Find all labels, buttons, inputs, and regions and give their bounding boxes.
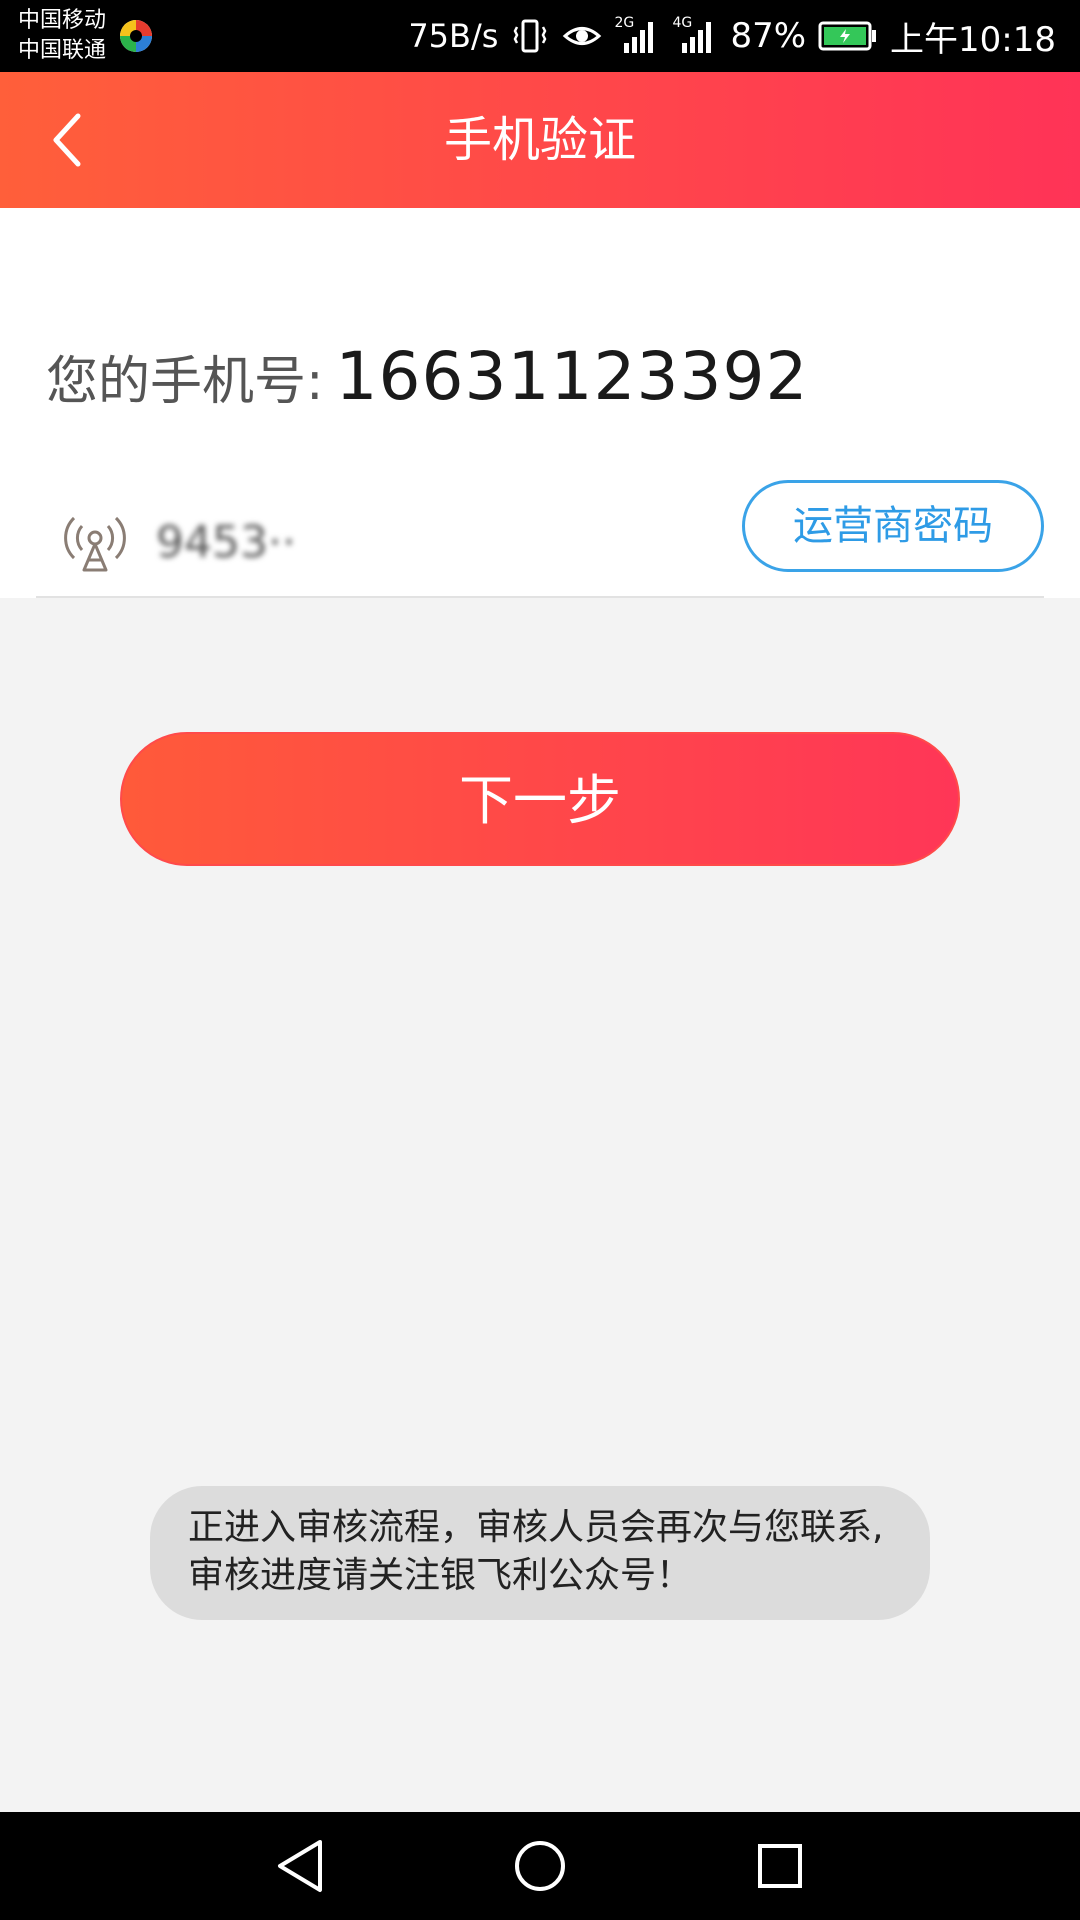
nav-home-button[interactable]	[506, 1832, 574, 1900]
phone-label: 您的手机号:	[46, 352, 324, 412]
phone-number: 16631123392	[335, 338, 809, 415]
carrier-2: 中国联通	[18, 38, 107, 63]
signal-4g-label: 4G	[672, 15, 693, 31]
app-header: 手机验证	[0, 72, 1080, 208]
signal-2g-label: 2G	[614, 15, 635, 31]
battery-icon	[818, 21, 877, 51]
phone-number-line: 您的手机号: 16631123392	[46, 338, 808, 428]
signal-2g: 2G	[614, 15, 660, 55]
nav-back-button[interactable]	[266, 1832, 334, 1900]
operator-password-button[interactable]: 运营商密码	[742, 480, 1044, 572]
system-nav-bar	[0, 1812, 1080, 1920]
nav-recent-button[interactable]	[746, 1832, 814, 1900]
antenna-icon	[64, 516, 126, 572]
carrier-names: 中国移动 中国联通	[18, 6, 106, 66]
vibrate-icon	[514, 19, 547, 53]
signal-4g: 4G	[672, 15, 718, 55]
eye-icon	[563, 27, 602, 45]
network-speed: 75B/s	[408, 17, 499, 55]
status-indicators: 75B/s 2G 4G 87% 上午10:18	[408, 0, 1056, 72]
phone-verification-screen: 中国移动 中国联通 75B/s 2G 4G 87% 上午10:18 手机验证 您…	[0, 0, 1080, 1920]
next-step-button[interactable]: 下一步	[120, 732, 960, 866]
page-title: 手机验证	[443, 112, 636, 168]
status-bar: 中国移动 中国联通 75B/s 2G 4G 87% 上午10:18	[0, 0, 1080, 72]
carrier-logo-icon	[120, 20, 152, 52]
triangle-back-icon	[278, 1840, 322, 1892]
carrier-1: 中国移动	[18, 8, 107, 33]
operator-password-row: 运营商密码	[36, 478, 1044, 598]
toast-message: 正进入审核流程，审核人员会再次与您联系,审核进度请关注银飞利公众号！	[150, 1486, 930, 1620]
circle-home-icon	[515, 1841, 565, 1891]
clock: 上午10:18	[890, 19, 1056, 60]
square-recent-icon	[758, 1844, 802, 1888]
operator-password-input[interactable]	[154, 506, 638, 578]
battery-percent: 87%	[730, 16, 807, 56]
verification-form: 您的手机号: 16631123392 运营商密码	[0, 208, 1080, 598]
